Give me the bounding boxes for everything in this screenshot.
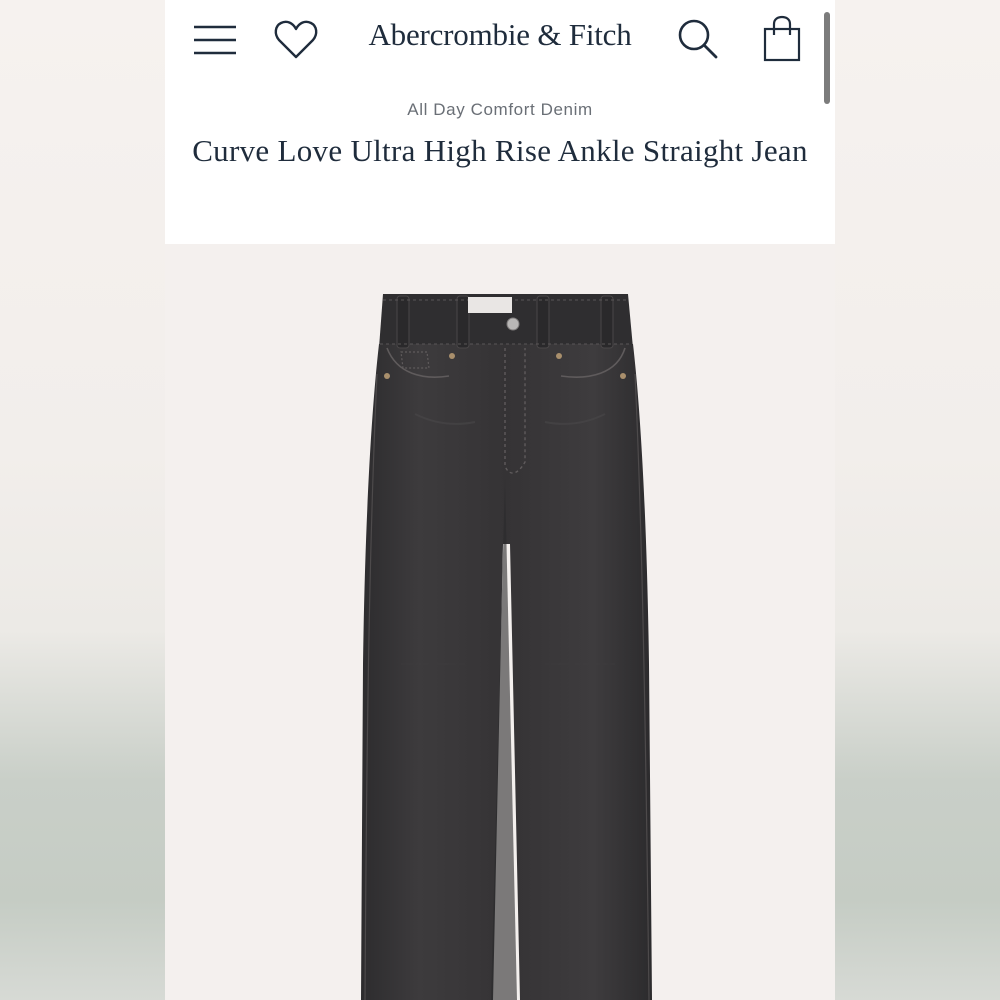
- product-title: Curve Love Ultra High Rise Ankle Straigh…: [192, 133, 808, 168]
- jeans-illustration: [361, 294, 652, 1000]
- shopping-bag-icon[interactable]: [759, 14, 805, 64]
- search-icon[interactable]: [675, 16, 721, 62]
- scrollbar-thumb[interactable]: [824, 12, 830, 104]
- product-image[interactable]: [165, 244, 835, 1000]
- brand-logo[interactable]: Abercrombie & Fitch: [345, 14, 655, 56]
- side-blur-right: [835, 0, 1000, 1000]
- phone-screen: Abercrombie & Fitch All Day Comfort Deni…: [165, 0, 835, 1000]
- top-navigation-bar: Abercrombie & Fitch: [165, 0, 835, 80]
- heart-icon[interactable]: [273, 18, 319, 62]
- collection-label: All Day Comfort Denim: [407, 100, 593, 119]
- side-blur-left: [0, 0, 165, 1000]
- menu-icon[interactable]: [192, 23, 238, 57]
